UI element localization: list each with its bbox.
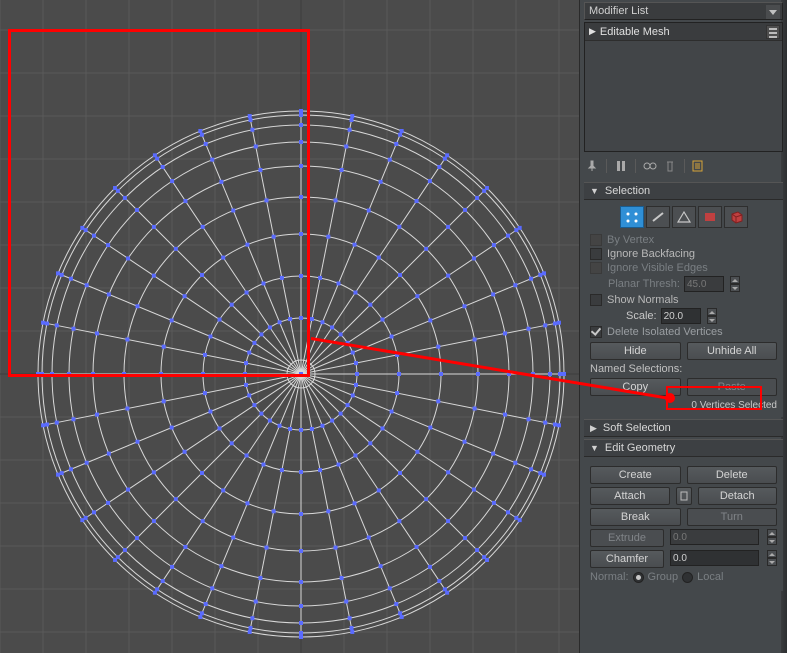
attach-button[interactable]: Attach [590,487,670,505]
unhide-all-button[interactable]: Unhide All [687,342,778,360]
hide-button[interactable]: Hide [590,342,681,360]
by-vertex-check: By Vertex [590,234,777,246]
spinner-buttons [730,276,740,292]
delete-isolated-check[interactable]: Delete Isolated Vertices [590,326,777,338]
chevron-down-icon: ▼ [590,186,599,196]
rollout-title: Edit Geometry [605,442,675,454]
ignore-backfacing-check[interactable]: Ignore Backfacing [590,248,777,260]
rollout-soft-selection: ▶ Soft Selection [584,419,783,437]
pin-stack-icon[interactable] [584,158,600,174]
expand-icon[interactable]: ▶ [589,26,596,37]
scale-label: Scale: [626,310,657,322]
scale-spinner[interactable]: 20.0 [661,308,701,324]
rollout-soft-selection-header[interactable]: ▶ Soft Selection [584,419,783,437]
copy-button[interactable]: Copy [590,378,681,396]
chamfer-button[interactable]: Chamfer [590,550,664,568]
spinner-buttons[interactable] [707,308,717,324]
viewport-canvas [0,0,579,653]
checkbox-icon [590,234,602,246]
viewport[interactable] [0,0,579,653]
attach-list-button[interactable] [676,487,692,505]
checkbox-icon[interactable] [590,294,602,306]
checkbox-icon[interactable] [590,248,602,260]
detach-button[interactable]: Detach [698,487,778,505]
extrude-button: Extrude [590,529,664,547]
planar-thresh-label: Planar Thresh: [608,278,680,290]
create-button[interactable]: Create [590,466,681,484]
turn-button: Turn [687,508,778,526]
normal-local-radio [682,572,693,583]
spinner-buttons [767,529,777,545]
normal-group-radio [633,572,644,583]
chamfer-spinner[interactable]: 0.0 [670,550,759,566]
extrude-spinner: 0.0 [670,529,759,545]
modifier-list-dropdown[interactable]: Modifier List [584,2,783,20]
configure-modifier-sets-icon[interactable] [691,158,707,174]
rollout-edit-geometry-header[interactable]: ▼ Edit Geometry [584,439,783,457]
modifier-list-label: Modifier List [589,5,648,17]
rollout-title: Soft Selection [603,422,671,434]
subobj-edge-button[interactable] [646,206,670,228]
subobj-vertex-button[interactable] [620,206,644,228]
stack-item-editable-mesh[interactable]: ▶ Editable Mesh [585,23,782,41]
selection-status: 0 Vertices Selected [590,400,777,411]
make-unique-icon[interactable] [642,158,658,174]
stack-item-label: Editable Mesh [600,26,670,38]
delete-button[interactable]: Delete [687,466,778,484]
named-selections-label: Named Selections: [590,363,777,375]
break-button[interactable]: Break [590,508,681,526]
configure-stack-icon[interactable] [766,25,780,39]
paste-button: Paste [687,378,778,396]
remove-modifier-icon[interactable] [662,158,678,174]
ignore-visible-edges-check: Ignore Visible Edges [590,262,777,274]
chevron-right-icon: ▶ [590,423,597,434]
checkbox-icon[interactable] [590,326,602,338]
stack-toolbar [584,156,783,176]
show-normals-check[interactable]: Show Normals [590,294,777,306]
subobj-face-button[interactable] [672,206,696,228]
rollout-selection-header[interactable]: ▼ Selection [584,182,783,200]
modifier-stack[interactable]: ▶ Editable Mesh [584,22,783,152]
subobject-level-row [590,206,777,228]
show-end-result-icon[interactable] [613,158,629,174]
chevron-down-icon: ▼ [590,443,599,453]
dropdown-caret-icon[interactable] [766,5,780,19]
normal-label: Normal: [590,571,629,583]
rollout-selection: ▼ Selection [584,182,783,417]
subobj-polygon-button[interactable] [698,206,722,228]
planar-thresh-spinner: 45.0 [684,276,724,292]
subobj-element-button[interactable] [724,206,748,228]
rollout-title: Selection [605,185,650,197]
spinner-buttons[interactable] [767,550,777,566]
rollout-edit-geometry: ▼ Edit Geometry Create Delete Attach Det… [584,439,783,591]
modify-panel: Modifier List ▶ Editable Mesh ▼ Selecti [579,0,787,653]
checkbox-icon [590,262,602,274]
